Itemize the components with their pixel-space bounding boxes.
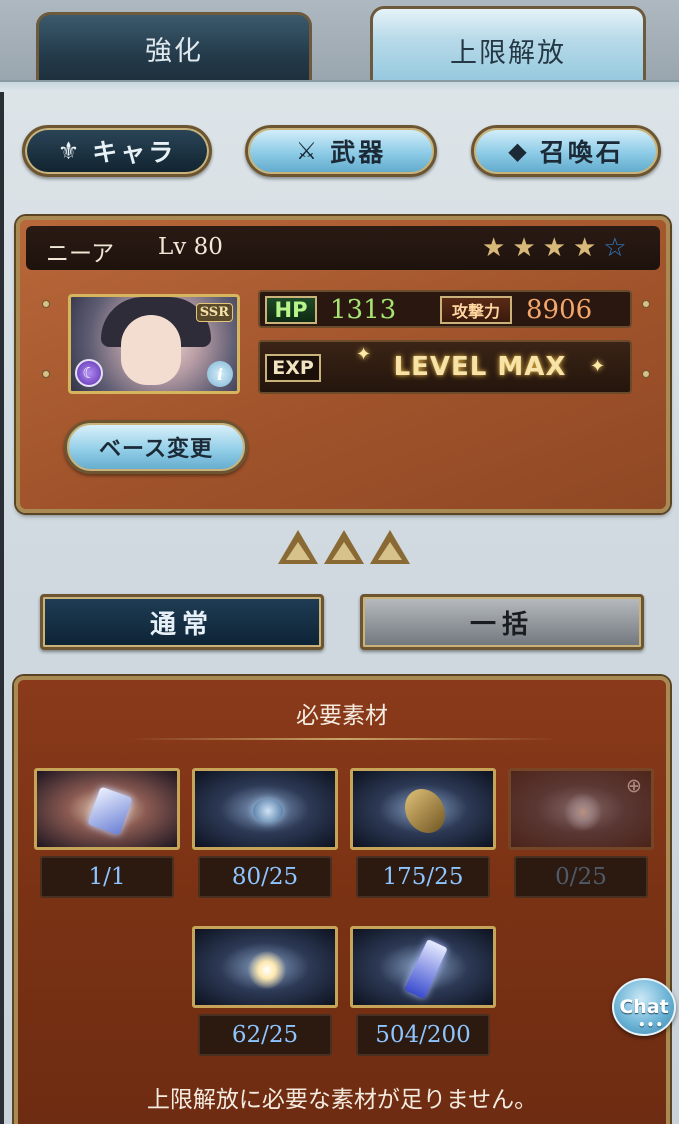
- required-materials-panel: 必要素材 1/1 80/25 175/25 ⊕ 0/25 62/25 504/2…: [14, 676, 670, 1124]
- orb-material-icon: [253, 799, 283, 823]
- left-edge: [0, 0, 4, 1124]
- blue-crystal-material-icon: [404, 938, 448, 1000]
- info-icon[interactable]: i: [207, 361, 233, 387]
- portrait-face: [121, 315, 181, 385]
- tab-enhance[interactable]: 強化: [36, 12, 312, 82]
- rivet: [42, 370, 50, 378]
- material-count: 62/25: [198, 1014, 332, 1056]
- material-slot[interactable]: [34, 768, 180, 850]
- hp-label: HP: [265, 296, 317, 324]
- material-slot[interactable]: [192, 768, 338, 850]
- material-slot[interactable]: [350, 768, 496, 850]
- material-count: 0/25: [514, 856, 648, 898]
- character-header: ニーア Lv 80 ★ ★ ★ ★ ☆: [26, 226, 660, 270]
- category-summon-label: 召喚石: [539, 138, 624, 167]
- rivet: [42, 300, 50, 308]
- star-filled-icon: ★: [482, 233, 506, 263]
- star-filled-icon: ★: [572, 233, 597, 263]
- category-weapon-label: 武器: [330, 138, 387, 167]
- tab-bar: 強化 上限解放: [0, 0, 679, 92]
- crystal-material-icon: [87, 786, 133, 836]
- ssr-badge: SSR: [195, 303, 233, 322]
- character-name: ニーア: [46, 241, 115, 267]
- hp-value: 1313: [330, 295, 397, 325]
- tab-bar-base: [0, 80, 679, 92]
- horn-material-icon: [405, 789, 445, 833]
- stat-row: HP 1313 攻撃力 8906: [258, 290, 632, 328]
- chat-button[interactable]: Chat •••: [612, 978, 676, 1036]
- material-count: 504/200: [356, 1014, 490, 1056]
- dark-element-icon: ☾: [75, 359, 103, 387]
- category-summon-button[interactable]: ◆ 召喚石: [471, 125, 661, 177]
- chara-emblem-icon: ⚜: [57, 137, 83, 165]
- material-count: 175/25: [356, 856, 490, 898]
- blue-spark-material-icon: [563, 793, 603, 831]
- exp-row: EXP ✦ ✦ LEVEL MAX: [258, 340, 632, 394]
- uncap-triangle-icon: [324, 530, 364, 564]
- rarity-stars: ★ ★ ★ ★ ☆: [482, 233, 627, 263]
- exp-label: EXP: [265, 354, 321, 382]
- character-level: Lv 80: [158, 234, 223, 260]
- materials-title: 必要素材: [296, 703, 388, 729]
- uncap-triangle-icon: [370, 530, 410, 564]
- material-slot[interactable]: ⊕: [508, 768, 654, 850]
- character-portrait[interactable]: SSR ☾ i: [68, 294, 240, 394]
- attack-label: 攻撃力: [440, 296, 512, 324]
- crystal-icon: ◆: [508, 137, 530, 165]
- mode-normal-button[interactable]: 通常: [40, 594, 324, 650]
- star-filled-icon: ★: [512, 233, 536, 263]
- mode-bulk-button[interactable]: 一括: [360, 594, 644, 650]
- chat-dots-icon: •••: [638, 1018, 665, 1032]
- insufficient-materials-message: 上限解放に必要な素材が足りません。: [146, 1087, 538, 1113]
- crossed-swords-icon: ⚔: [295, 137, 321, 165]
- uncap-triangle-icon: [278, 530, 318, 564]
- gold-spark-material-icon: [247, 951, 287, 989]
- category-weapon-button[interactable]: ⚔ 武器: [245, 125, 437, 177]
- zoom-icon[interactable]: ⊕: [623, 775, 645, 797]
- rivet: [642, 300, 650, 308]
- category-chara-label: キャラ: [92, 138, 177, 167]
- change-base-button[interactable]: ベース変更: [64, 420, 248, 474]
- material-count: 80/25: [198, 856, 332, 898]
- level-max-text: LEVEL MAX: [393, 352, 567, 382]
- star-empty-icon: ☆: [603, 233, 627, 263]
- chat-label: Chat: [619, 996, 669, 1018]
- divider: [128, 738, 558, 740]
- attack-value: 8906: [526, 295, 593, 325]
- material-slot[interactable]: [350, 926, 496, 1008]
- material-count: 1/1: [40, 856, 174, 898]
- material-slot[interactable]: [192, 926, 338, 1008]
- character-card: ニーア Lv 80 ★ ★ ★ ★ ☆ SSR ☾ i ベース変更 HP 131…: [16, 216, 670, 513]
- category-chara-button[interactable]: ⚜ キャラ: [22, 125, 212, 177]
- star-filled-icon: ★: [542, 233, 566, 263]
- rivet: [642, 370, 650, 378]
- uncap-indicator: [278, 530, 410, 564]
